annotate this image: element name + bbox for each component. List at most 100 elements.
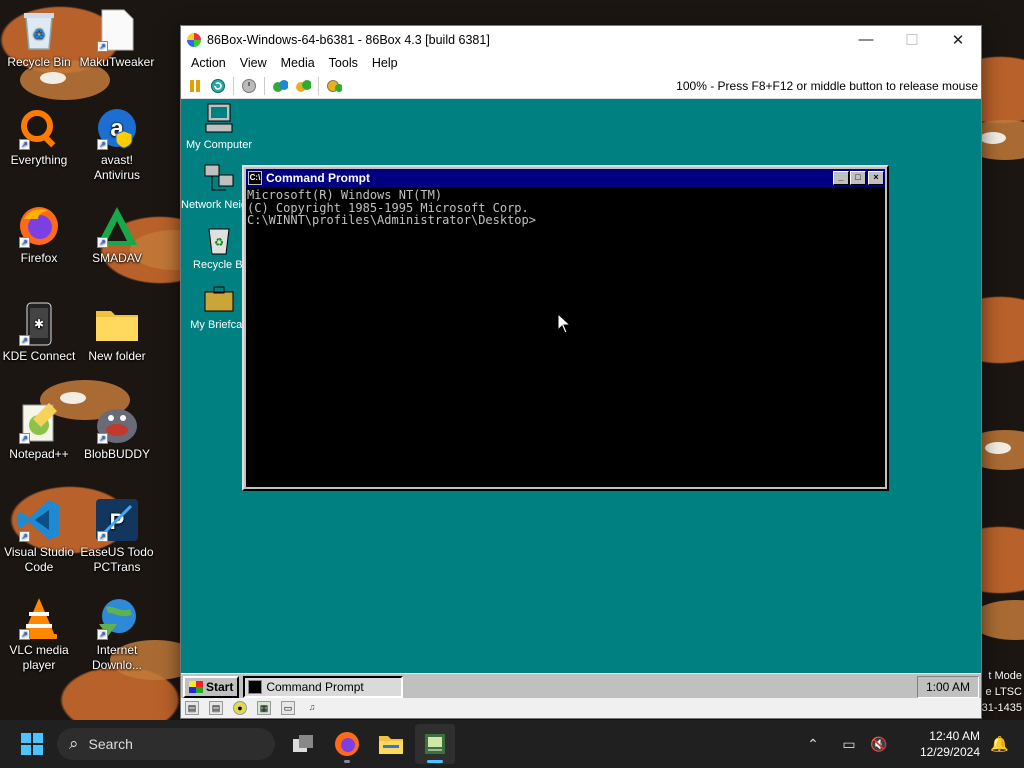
minimize-button[interactable]: _: [833, 171, 849, 185]
command-prompt-titlebar[interactable]: C:\ Command Prompt _ □ ×: [246, 169, 885, 187]
notepad-plus-plus-icon: ↗: [17, 400, 61, 444]
guest-icon-my-computer[interactable]: My Computer: [181, 103, 257, 152]
emulator-window[interactable]: 86Box-Windows-64-b6381 - 86Box 4.3 [buil…: [180, 25, 982, 719]
console-prompt[interactable]: C:\WINNT\profiles\Administrator\Desktop>: [247, 214, 884, 227]
reset-icon[interactable]: [210, 78, 226, 94]
cdrom-icon[interactable]: ●: [233, 701, 247, 715]
start-button[interactable]: Start: [183, 675, 240, 698]
window-titlebar[interactable]: 86Box-Windows-64-b6381 - 86Box 4.3 [buil…: [181, 26, 981, 53]
chevron-up-icon[interactable]: ⌃: [798, 736, 828, 753]
desktop-icon-label: SMADAV: [92, 251, 142, 265]
ctrl-alt-esc-icon[interactable]: [295, 78, 311, 94]
network-status-icon[interactable]: ▭: [834, 736, 864, 753]
briefcase-icon: [202, 283, 236, 315]
menu-media[interactable]: Media: [274, 56, 322, 70]
desktop-icon-easeus[interactable]: P ↗ EaseUS Todo PCTrans: [78, 498, 156, 575]
toolbar-separator: [318, 76, 319, 95]
guest-icon-label: My Computer: [185, 139, 253, 151]
command-prompt-title: Command Prompt: [266, 171, 371, 185]
taskbar-app-firefox[interactable]: [327, 724, 367, 764]
system-tray: ⌃ ▭ 🔇: [798, 736, 894, 753]
shortcut-arrow-icon: ↗: [97, 433, 108, 444]
86box-icon: [425, 734, 445, 754]
task-view-icon: [293, 735, 313, 752]
vlc-icon: ↗: [17, 596, 61, 640]
status-bar: ▤ ▤ ● ▦ ▭ ♫: [181, 698, 981, 718]
clock-time: 12:40 AM: [929, 729, 980, 743]
menu-action[interactable]: Action: [184, 56, 233, 70]
toolbar-separator: [233, 76, 234, 95]
desktop-icon-label: EaseUS Todo PCTrans: [80, 545, 154, 574]
notification-bell-icon[interactable]: 🔔: [990, 735, 1014, 753]
clock[interactable]: 12:40 AM 12/29/2024: [906, 728, 980, 760]
desktop-icon-avast[interactable]: a ↗ avast! Antivirus: [78, 106, 156, 183]
close-button[interactable]: ✕: [935, 26, 981, 53]
minimize-button[interactable]: —: [843, 26, 889, 53]
taskbar-app-86box[interactable]: [415, 724, 455, 764]
desktop-icon-kde-connect[interactable]: ✱ ↗ KDE Connect: [0, 302, 78, 364]
desktop-icon-firefox[interactable]: ↗ Firefox: [0, 204, 78, 266]
floppy-drive-icon[interactable]: ▤: [185, 701, 199, 715]
close-button[interactable]: ×: [868, 171, 884, 185]
shortcut-arrow-icon: ↗: [19, 629, 30, 640]
maximize-button[interactable]: □: [850, 171, 866, 185]
desktop-icon-recycle-bin[interactable]: ♻ Recycle Bin: [0, 8, 78, 70]
shortcut-arrow-icon: ↗: [97, 629, 108, 640]
taskbar-app-file-explorer[interactable]: [371, 724, 411, 764]
desktop-icon-notepad-plus-plus[interactable]: ↗ Notepad++: [0, 400, 78, 462]
svg-text:✱: ✱: [34, 317, 44, 331]
desktop-icon-label: Recycle Bin: [7, 55, 71, 69]
pause-icon[interactable]: [187, 78, 203, 94]
shortcut-arrow-icon: ↗: [19, 139, 30, 150]
everything-search-icon: ↗: [17, 106, 61, 150]
desktop-icon-smadav[interactable]: ↗ SMADAV: [78, 204, 156, 266]
desktop-icon-vscode[interactable]: ↗ Visual Studio Code: [0, 498, 78, 575]
emulated-screen[interactable]: My Computer Network Neighborho ♻ Recycle…: [181, 99, 981, 699]
maximize-button[interactable]: ☐: [889, 26, 935, 53]
windows-logo-icon: [189, 680, 203, 693]
hard-disk-icon[interactable]: ▦: [257, 701, 271, 715]
running-indicator: [344, 760, 350, 763]
taskbar-button-command-prompt[interactable]: Command Prompt: [243, 675, 404, 698]
start-button[interactable]: [21, 733, 43, 755]
desktop-icon-label: Firefox: [20, 251, 58, 265]
menu-view[interactable]: View: [233, 56, 274, 70]
mouse-pointer-icon: [558, 314, 570, 333]
desktop-icon-label: VLC media player: [9, 643, 69, 672]
kde-connect-icon: ✱ ↗: [17, 302, 61, 346]
desktop-icon-blobbuddy[interactable]: ↗ BlobBUDDY: [78, 400, 156, 462]
firefox-icon: [335, 732, 359, 756]
volume-muted-icon[interactable]: 🔇: [864, 736, 894, 753]
search-box[interactable]: ⌕ Search: [57, 728, 275, 760]
menu-help[interactable]: Help: [365, 56, 405, 70]
sound-icon[interactable]: ♫: [305, 701, 319, 715]
desktop-icon-makutweaker[interactable]: ↗ MakuTweaker: [78, 8, 156, 70]
avast-icon: a ↗: [95, 106, 139, 150]
settings-icon[interactable]: [326, 78, 342, 94]
guest-clock[interactable]: 1:00 AM: [917, 675, 979, 698]
vscode-icon: ↗: [17, 498, 61, 542]
toolbar-separator: [264, 76, 265, 95]
shortcut-arrow-icon: ↗: [19, 433, 30, 444]
desktop-icon-label: KDE Connect: [2, 349, 76, 363]
console-line: Microsoft(R) Windows NT(TM): [247, 188, 443, 202]
recycle-bin-icon: ♻: [202, 223, 236, 255]
guest-taskbar: Start Command Prompt 1:00 AM: [181, 673, 981, 699]
power-icon[interactable]: [241, 78, 257, 94]
ctrl-alt-del-icon[interactable]: [272, 78, 288, 94]
floppy-drive-icon[interactable]: ▤: [209, 701, 223, 715]
console-output[interactable]: Microsoft(R) Windows NT(TM) (C) Copyright…: [246, 187, 885, 487]
host-taskbar: ⌕ Search ⌃ ▭ 🔇 12:40 AM 12/29/2024 🔔: [0, 720, 1024, 768]
shortcut-arrow-icon: ↗: [97, 531, 108, 542]
task-view-button[interactable]: [283, 724, 323, 764]
desktop-icon-internet-download-manager[interactable]: ↗ Internet Downlo...: [78, 596, 156, 673]
menu-tools[interactable]: Tools: [322, 56, 365, 70]
network-card-icon[interactable]: ▭: [281, 701, 295, 715]
desktop-icon-everything[interactable]: ↗ Everything: [0, 106, 78, 168]
svg-text:♻: ♻: [33, 26, 46, 42]
clock-date: 12/29/2024: [919, 745, 980, 759]
desktop-icon-vlc[interactable]: ↗ VLC media player: [0, 596, 78, 673]
desktop-icon-new-folder[interactable]: New folder: [78, 302, 156, 364]
running-indicator: [427, 760, 443, 763]
computer-icon: [202, 103, 236, 135]
